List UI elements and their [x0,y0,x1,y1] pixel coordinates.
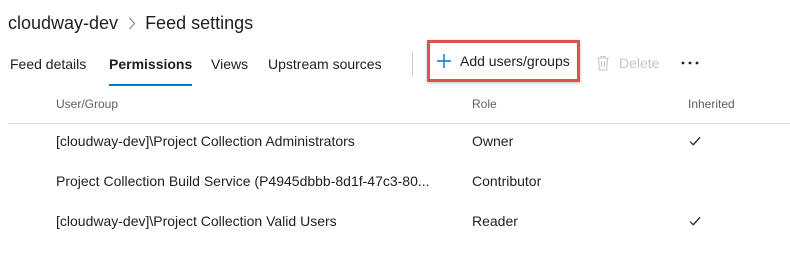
more-actions-button[interactable] [679,51,701,75]
tab-permissions[interactable]: Permissions [109,44,193,86]
plus-icon [436,53,452,69]
toolbar-divider [412,52,413,76]
breadcrumb: cloudway-dev Feed settings [8,10,253,36]
user-group-cell: Project Collection Build Service (P4945d… [56,173,430,189]
user-group-cell: [cloudway-dev]\Project Collection Valid … [56,213,337,229]
delete-label: Delete [619,55,660,71]
active-tab-indicator [109,84,193,86]
column-header-inherited[interactable]: Inherited [688,88,735,120]
inherited-cell [689,121,729,161]
trash-icon [596,55,610,71]
delete-button[interactable]: Delete [596,51,659,75]
checkmark-icon [689,216,701,226]
page-title: Feed settings [145,12,254,33]
inherited-cell [689,161,729,201]
add-users-groups-label: Add users/groups [460,53,570,69]
table-row[interactable]: Project Collection Build Service (P4945d… [8,161,790,201]
add-users-groups-button[interactable]: Add users/groups [427,40,580,82]
role-cell[interactable]: Owner [472,121,652,161]
table-row[interactable]: [cloudway-dev]\Project Collection Admini… [8,121,790,161]
tab-upstream-sources[interactable]: Upstream sources [268,44,382,84]
table-row[interactable]: [cloudway-dev]\Project Collection Valid … [8,201,790,241]
inherited-cell [689,201,729,241]
role-cell[interactable]: Reader [472,201,652,241]
tab-label: Permissions [109,56,193,72]
chevron-right-icon [128,17,136,30]
tab-views[interactable]: Views [211,44,248,84]
tab-label: Views [211,56,249,72]
breadcrumb-project[interactable]: cloudway-dev [8,13,118,34]
tab-label: Upstream sources [268,56,382,72]
user-group-cell: [cloudway-dev]\Project Collection Admini… [56,133,355,149]
tab-toolbar-row: Feed details Permissions Views Upstream … [0,40,790,88]
role-cell[interactable]: Contributor [472,161,652,201]
checkmark-icon [689,136,701,146]
tab-label: Feed details [10,56,87,72]
tab-feed-details[interactable]: Feed details [10,44,86,84]
column-header-role[interactable]: Role [472,88,497,120]
column-header-user-group[interactable]: User/Group [56,88,118,120]
feed-settings-page: cloudway-dev Feed settings Feed details … [0,0,790,254]
permissions-table-header: User/Group Role Inherited [8,88,790,124]
more-icon [681,61,699,65]
